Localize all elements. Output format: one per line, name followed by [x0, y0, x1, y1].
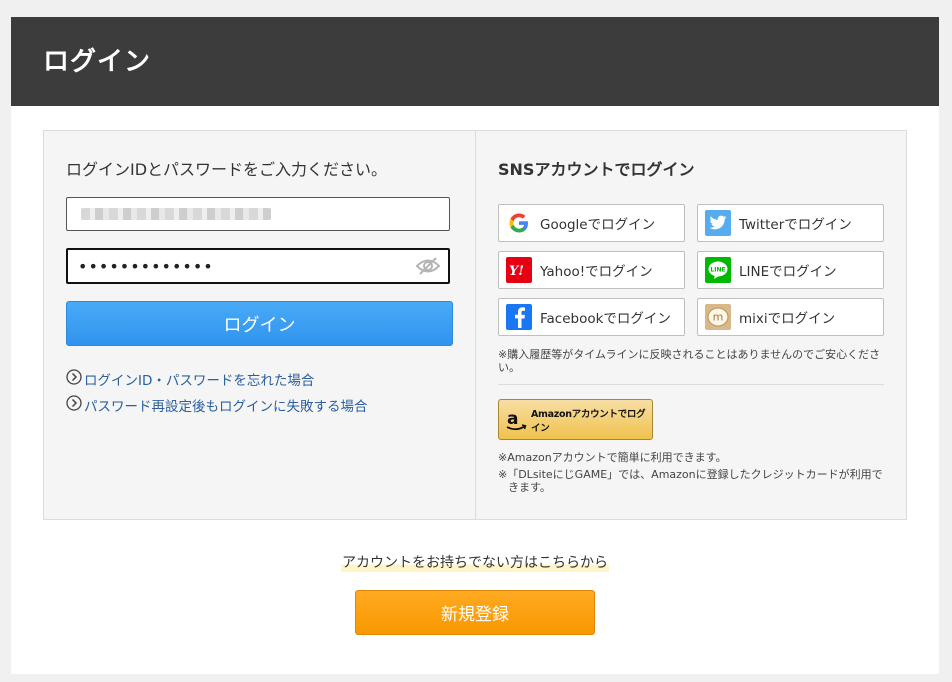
google-icon	[506, 210, 532, 236]
column-divider	[475, 131, 476, 519]
eye-icon[interactable]	[415, 257, 441, 279]
line-login-button[interactable]: LINE LINEでログイン	[697, 251, 884, 289]
circle-arrow-icon	[66, 395, 82, 415]
amazon-note: ※Amazonアカウントで簡単に利用できます。	[498, 451, 727, 464]
forgot-credentials-label: ログインID・パスワードを忘れた場合	[84, 373, 315, 389]
signup-button[interactable]: 新規登録	[355, 590, 595, 635]
twitter-login-button[interactable]: Twitterでログイン	[697, 204, 884, 242]
google-login-button[interactable]: Googleでログイン	[498, 204, 685, 242]
yahoo-login-button[interactable]: Y! Yahoo!でログイン	[498, 251, 685, 289]
mixi-icon: m	[705, 304, 731, 330]
circle-arrow-icon	[66, 369, 82, 389]
facebook-login-button[interactable]: Facebookでログイン	[498, 298, 685, 336]
svg-text:m: m	[713, 311, 724, 324]
section-divider	[498, 384, 884, 385]
yahoo-login-label: Yahoo!でログイン	[540, 264, 653, 280]
svg-text:a: a	[507, 409, 518, 429]
reset-failure-link[interactable]: パスワード再設定後もログインに失敗する場合	[66, 395, 368, 415]
yahoo-icon: Y!	[506, 257, 532, 283]
amazon-login-label: Amazonアカウントでログイン	[531, 408, 646, 434]
redacted-login-id	[81, 208, 271, 220]
twitter-icon	[705, 210, 731, 236]
amazon-credit-note-line1: ※「DLsiteにじGAME」では、Amazonに登録したクレジットカードが利用…	[498, 468, 883, 481]
no-account-prompt: アカウントをお持ちでない方はこちらから	[341, 552, 609, 572]
facebook-login-label: Facebookでログイン	[540, 311, 671, 327]
svg-text:Y!: Y!	[509, 264, 524, 278]
reset-failure-label: パスワード再設定後もログインに失敗する場合	[84, 399, 368, 415]
login-panel: ログインIDとパスワードをご入力ください。 ログイン ログインID・パスワードを…	[43, 130, 907, 520]
login-button[interactable]: ログイン	[66, 301, 453, 346]
login-instruction: ログインIDとパスワードをご入力ください。	[66, 160, 388, 179]
password-input[interactable]	[68, 250, 418, 282]
google-login-label: Googleでログイン	[540, 217, 656, 233]
login-page: ログイン ログインIDとパスワードをご入力ください。 ログイン	[11, 17, 939, 674]
line-icon: LINE	[705, 257, 731, 283]
page-title: ログイン	[43, 47, 152, 77]
amazon-credit-note-line2: きます。	[508, 481, 551, 494]
mixi-login-button[interactable]: m mixiでログイン	[697, 298, 884, 336]
facebook-icon	[506, 304, 532, 330]
svg-text:LINE: LINE	[710, 267, 725, 274]
line-login-label: LINEでログイン	[739, 264, 837, 280]
page-header: ログイン	[11, 17, 939, 106]
mixi-login-label: mixiでログイン	[739, 311, 836, 327]
amazon-icon: a	[505, 408, 527, 432]
sns-login-title: SNSアカウントでログイン	[498, 160, 695, 179]
twitter-login-label: Twitterでログイン	[739, 217, 852, 233]
login-id-field[interactable]	[66, 197, 450, 231]
forgot-credentials-link[interactable]: ログインID・パスワードを忘れた場合	[66, 369, 314, 389]
sns-timeline-note: ※購入履歴等がタイムラインに反映されることはありませんのでご安心ください。	[498, 348, 881, 374]
amazon-credit-note: ※「DLsiteにじGAME」では、Amazonに登録したクレジットカードが利用…	[498, 468, 890, 494]
password-field[interactable]	[66, 248, 450, 284]
amazon-login-button[interactable]: a Amazonアカウントでログイン	[498, 399, 653, 440]
